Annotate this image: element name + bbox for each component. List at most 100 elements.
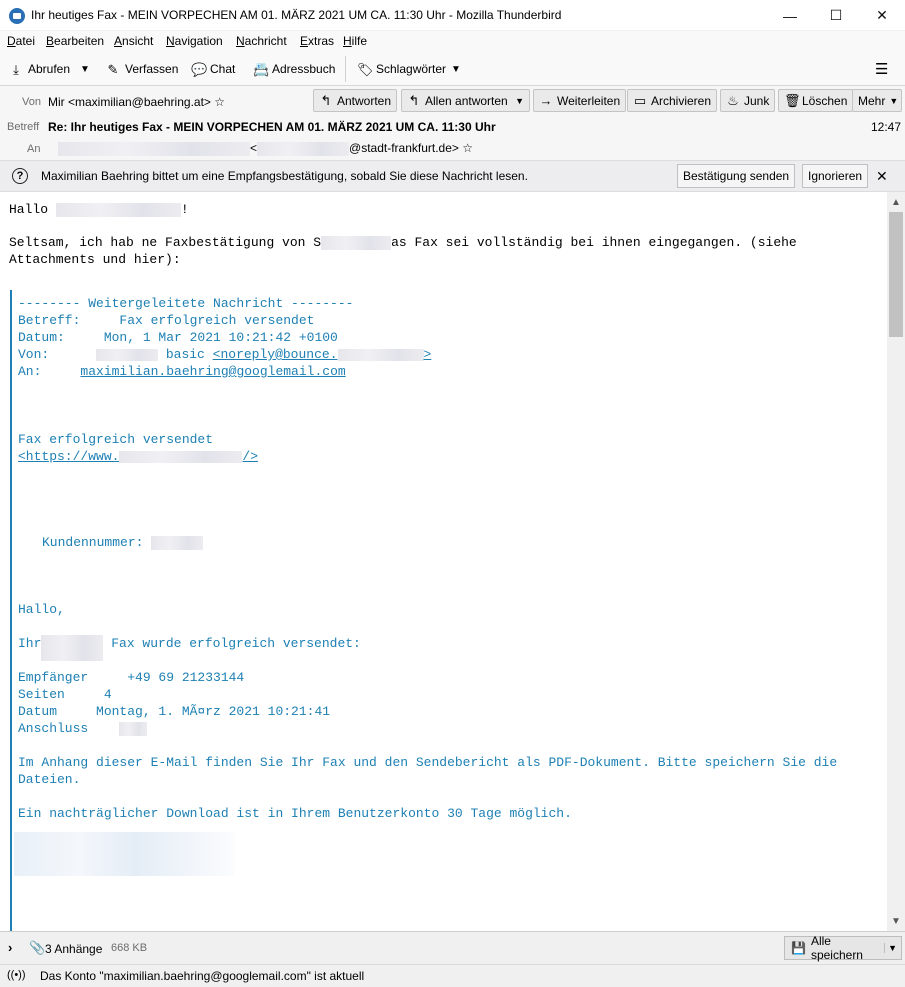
address-book-icon: 📇 bbox=[253, 61, 270, 77]
fax-date: Datum Montag, 1. MÃ¤rz 2021 10:21:41 bbox=[18, 704, 331, 719]
title-bar: Ihr heutiges Fax - MEIN VORPECHEN AM 01.… bbox=[0, 0, 905, 31]
menu-nachricht[interactable]: Nachricht bbox=[236, 34, 287, 48]
redacted-signature bbox=[14, 832, 234, 876]
main-toolbar: ⤓ Abrufen ▼ ✎ Verfassen 💬 Chat 📇 Adressb… bbox=[0, 51, 905, 86]
redacted-block bbox=[257, 141, 350, 156]
online-status-icon[interactable]: ((•)) bbox=[7, 969, 26, 981]
body-text-line: Attachments und hier): bbox=[9, 252, 181, 267]
subject-value: Re: Ihr heutiges Fax - MEIN VORPECHEN AM… bbox=[48, 120, 496, 134]
menu-extras[interactable]: Extras bbox=[300, 34, 334, 48]
delete-button[interactable]: 🗑 Löschen bbox=[778, 89, 854, 112]
get-mail-dropdown[interactable]: ▼ bbox=[80, 59, 90, 79]
scrollbar-thumb[interactable] bbox=[889, 212, 903, 337]
forward-from: Von: basic <noreply@bounce. > bbox=[18, 347, 432, 362]
archive-button[interactable]: ▭ Archivieren bbox=[627, 89, 718, 112]
from-label: Von bbox=[22, 96, 41, 108]
notification-text: Maximilian Baehring bittet um eine Empfa… bbox=[41, 169, 528, 183]
menu-hilfe[interactable]: Hilfe bbox=[343, 34, 367, 48]
redacted-block bbox=[337, 348, 424, 361]
chevron-down-icon: ▼ bbox=[889, 95, 899, 106]
menu-navigation[interactable]: Navigation bbox=[166, 34, 223, 48]
noreply-link[interactable]: <noreply@bounce. > bbox=[213, 347, 432, 362]
chevron-down-icon: ▼ bbox=[451, 63, 461, 75]
forward-header: -------- Weitergeleitete Nachricht -----… bbox=[18, 296, 354, 311]
recipient-email-link[interactable]: maximilian.baehring@googlemail.com bbox=[80, 364, 345, 379]
scroll-down-icon[interactable]: ▼ bbox=[887, 913, 905, 929]
star-icon[interactable]: ☆ bbox=[214, 95, 225, 109]
redacted-block bbox=[96, 348, 159, 361]
save-all-button[interactable]: 💾 Alle speichern ▼ bbox=[784, 934, 902, 962]
reply-all-icon: ↰ bbox=[408, 93, 420, 108]
close-button[interactable]: ✕ bbox=[859, 0, 905, 31]
minimize-button[interactable]: — bbox=[767, 0, 813, 31]
subject-label: Betreff bbox=[7, 121, 40, 133]
question-icon: ? bbox=[12, 168, 28, 184]
reply-button[interactable]: ↰ Antworten bbox=[313, 89, 398, 112]
ignore-button[interactable]: Ignorieren bbox=[802, 164, 869, 188]
pencil-icon: ✎ bbox=[107, 61, 119, 77]
forward-date: Datum: Mon, 1 Mar 2021 10:21:42 +0100 bbox=[18, 330, 338, 345]
thunderbird-icon bbox=[9, 8, 25, 24]
toolbar-separator bbox=[345, 56, 346, 82]
trash-icon: 🗑 bbox=[784, 93, 801, 108]
forward-icon: → bbox=[539, 93, 553, 108]
paperclip-icon: 📎 bbox=[29, 940, 46, 955]
tags-button[interactable]: 🏷 Schlagwörter ▼ bbox=[357, 59, 461, 79]
close-notification-icon[interactable]: ✕ bbox=[876, 168, 888, 185]
body-scrollbar[interactable]: ▲ ▼ bbox=[887, 192, 905, 931]
message-header: Von Mir <maximilian@baehring.at> ☆ ↰ Antw… bbox=[0, 86, 905, 160]
website-link[interactable]: <https://www./> bbox=[18, 448, 258, 465]
quote-bar bbox=[10, 290, 12, 931]
fax-recipient: Empfänger +49 69 21233144 bbox=[18, 670, 245, 685]
fax-success-line: Ihr Fax wurde erfolgreich versendet: bbox=[18, 635, 361, 661]
customer-number: Kundennummer: bbox=[42, 534, 204, 551]
chevron-down-icon[interactable]: ▼ bbox=[884, 943, 897, 953]
status-text: Das Konto "maximilian.baehring@googlemai… bbox=[40, 969, 365, 983]
scroll-up-icon[interactable]: ▲ bbox=[887, 194, 905, 210]
send-receipt-button[interactable]: Bestätigung senden bbox=[677, 164, 796, 188]
from-value[interactable]: Mir <maximilian@baehring.at> ☆ bbox=[48, 95, 225, 109]
redacted-block bbox=[151, 535, 204, 550]
address-book-button[interactable]: 📇 Adressbuch bbox=[253, 59, 335, 79]
read-receipt-notification: ? Maximilian Baehring bittet um eine Emp… bbox=[0, 160, 905, 192]
chevron-right-icon[interactable]: › bbox=[8, 940, 12, 955]
attachment-bar: › 📎 3 Anhänge 668 KB 💾 Alle speichern ▼ bbox=[0, 931, 905, 964]
app-menu-button[interactable]: ☰ bbox=[875, 59, 888, 79]
chevron-down-icon[interactable]: ▼ bbox=[515, 96, 524, 106]
chevron-down-icon: ▼ bbox=[80, 63, 90, 75]
fax-connection: Anschluss bbox=[18, 720, 148, 737]
maximize-button[interactable]: ☐ bbox=[813, 0, 859, 31]
download-icon: ⤓ bbox=[13, 61, 19, 77]
body-text-line: Seltsam, ich hab ne Faxbestätigung von S… bbox=[9, 235, 797, 250]
menu-bar: Datei Bearbeiten Ansicht Navigation Nach… bbox=[0, 31, 905, 51]
more-button[interactable]: Mehr ▼ bbox=[852, 89, 902, 112]
flame-icon: ♨ bbox=[727, 93, 739, 108]
redacted-block bbox=[321, 235, 392, 250]
forward-to: An: maximilian.baehring@googlemail.com bbox=[18, 364, 346, 379]
redacted-block bbox=[58, 141, 250, 156]
menu-bearbeiten[interactable]: Bearbeiten bbox=[46, 34, 104, 48]
forward-button[interactable]: → Weiterleiten bbox=[533, 89, 627, 112]
attachment-count[interactable]: 3 Anhänge bbox=[45, 942, 102, 956]
archive-icon: ▭ bbox=[633, 93, 647, 108]
to-value[interactable]: < @stadt-frankfurt.de> ☆ bbox=[58, 141, 473, 156]
forward-subject: Betreff: Fax erfolgreich versendet bbox=[18, 313, 315, 328]
junk-button[interactable]: ♨ Junk bbox=[720, 89, 776, 112]
get-mail-button[interactable]: ⤓ Abrufen bbox=[9, 59, 70, 79]
quote-greeting: Hallo, bbox=[18, 602, 65, 617]
message-body[interactable]: Hallo ! Seltsam, ich hab ne Faxbestätigu… bbox=[0, 192, 887, 931]
status-bar: ((•)) Das Konto "maximilian.baehring@goo… bbox=[0, 964, 905, 987]
floppy-icon: 💾 bbox=[791, 941, 806, 955]
attachment-info: Dateien. bbox=[18, 772, 81, 787]
window-title: Ihr heutiges Fax - MEIN VORPECHEN AM 01.… bbox=[31, 8, 562, 22]
message-time: 12:47 bbox=[871, 120, 902, 134]
chat-button[interactable]: 💬 Chat bbox=[191, 59, 235, 79]
write-button[interactable]: ✎ Verfassen bbox=[106, 59, 179, 79]
fax-pages: Seiten 4 bbox=[18, 687, 112, 702]
to-label: An bbox=[27, 143, 41, 155]
menu-ansicht[interactable]: Ansicht bbox=[114, 34, 153, 48]
star-icon[interactable]: ☆ bbox=[462, 141, 473, 155]
menu-datei[interactable]: Datei bbox=[7, 34, 35, 48]
reply-icon: ↰ bbox=[320, 93, 332, 108]
reply-all-button[interactable]: ↰ Allen antworten ▼ bbox=[401, 89, 530, 112]
